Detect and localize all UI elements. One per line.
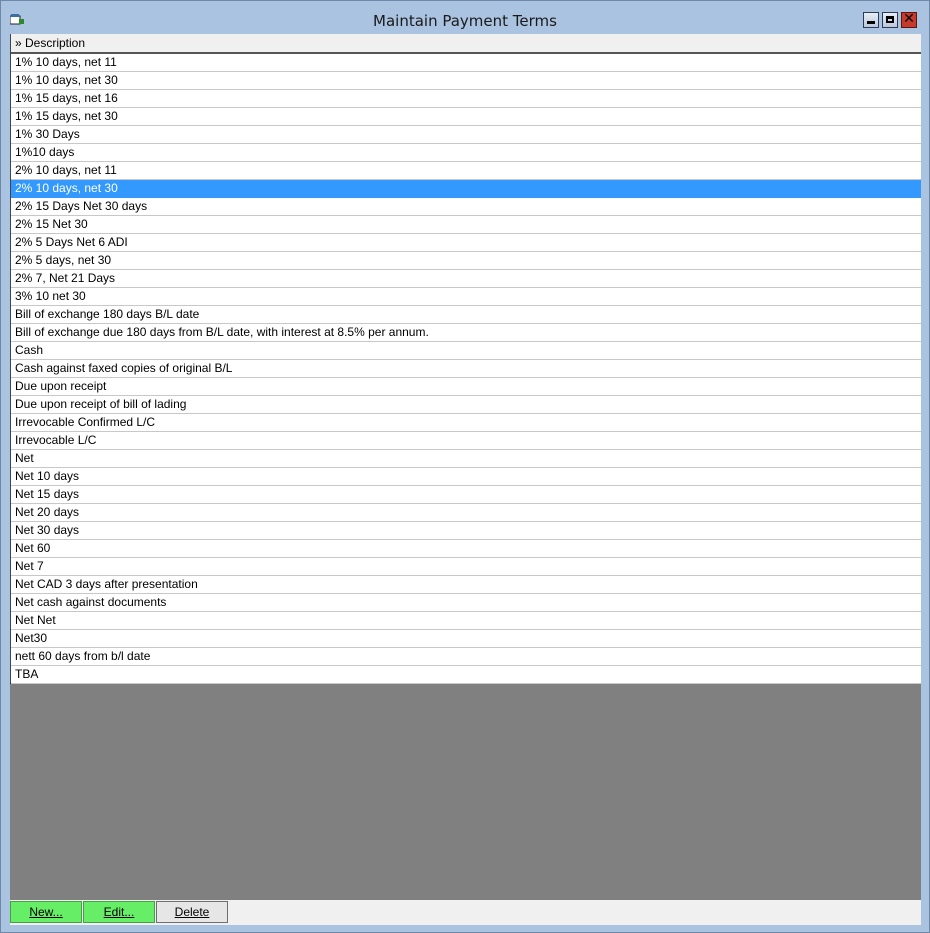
table-row[interactable]: Irrevocable Confirmed L/C (11, 414, 921, 432)
table-row[interactable]: Due upon receipt (11, 378, 921, 396)
table-row[interactable]: Net CAD 3 days after presentation (11, 576, 921, 594)
table-row[interactable]: Cash (11, 342, 921, 360)
maintain-payment-terms-window: Maintain Payment Terms ✕ » Description 1… (0, 0, 930, 933)
table-row[interactable]: nett 60 days from b/l date (11, 648, 921, 666)
table-row[interactable]: Bill of exchange due 180 days from B/L d… (11, 324, 921, 342)
table-row[interactable]: 2% 10 days, net 11 (11, 162, 921, 180)
new-button[interactable]: New... (10, 901, 82, 923)
close-icon: ✕ (903, 11, 915, 27)
table-row[interactable]: Net 30 days (11, 522, 921, 540)
table-row[interactable]: Net 15 days (11, 486, 921, 504)
table-row[interactable]: 1% 15 days, net 30 (11, 108, 921, 126)
table-row[interactable]: 2% 7, Net 21 Days (11, 270, 921, 288)
table-row[interactable]: Net 60 (11, 540, 921, 558)
table-row[interactable]: 2% 15 Days Net 30 days (11, 198, 921, 216)
table-row[interactable]: Net cash against documents (11, 594, 921, 612)
column-header-description[interactable]: » Description (11, 34, 921, 54)
table-row[interactable]: 1%10 days (11, 144, 921, 162)
table-row[interactable]: Net Net (11, 612, 921, 630)
table-row[interactable]: 1% 15 days, net 16 (11, 90, 921, 108)
maximize-button[interactable] (882, 12, 898, 28)
table-row[interactable]: TBA (11, 666, 921, 684)
table-row[interactable]: 1% 30 Days (11, 126, 921, 144)
table-row[interactable]: Net30 (11, 630, 921, 648)
grid-rows: 1% 10 days, net 11 1% 10 days, net 30 1% 1… (11, 54, 921, 684)
button-bar: New... Edit... Delete (10, 900, 921, 925)
table-row[interactable]: Net 7 (11, 558, 921, 576)
table-row[interactable]: Cash against faxed copies of original B/… (11, 360, 921, 378)
window-title: Maintain Payment Terms (373, 12, 557, 30)
table-row[interactable]: Net 10 days (11, 468, 921, 486)
table-row[interactable]: 2% 5 Days Net 6 ADI (11, 234, 921, 252)
table-row[interactable]: 2% 5 days, net 30 (11, 252, 921, 270)
table-row[interactable]: 3% 10 net 30 (11, 288, 921, 306)
table-row[interactable]: 2% 10 days, net 30 (11, 180, 921, 198)
minimize-button[interactable] (863, 12, 879, 28)
table-row[interactable]: 2% 15 Net 30 (11, 216, 921, 234)
table-row[interactable]: 1% 10 days, net 11 (11, 54, 921, 72)
payment-terms-grid[interactable]: » Description 1% 10 days, net 11 1% 10 da… (10, 34, 921, 684)
client-area: » Description 1% 10 days, net 11 1% 10 da… (10, 34, 921, 925)
edit-button[interactable]: Edit... (83, 901, 155, 923)
table-row[interactable]: Irrevocable L/C (11, 432, 921, 450)
close-button[interactable]: ✕ (901, 11, 917, 28)
table-row[interactable]: Net (11, 450, 921, 468)
table-row[interactable]: Net 20 days (11, 504, 921, 522)
maximize-icon (886, 16, 894, 23)
delete-button[interactable]: Delete (156, 901, 228, 923)
table-row[interactable]: Bill of exchange 180 days B/L date (11, 306, 921, 324)
minimize-icon (867, 21, 875, 24)
title-bar[interactable]: Maintain Payment Terms ✕ (1, 1, 929, 33)
table-row[interactable]: Due upon receipt of bill of lading (11, 396, 921, 414)
table-row[interactable]: 1% 10 days, net 30 (11, 72, 921, 90)
